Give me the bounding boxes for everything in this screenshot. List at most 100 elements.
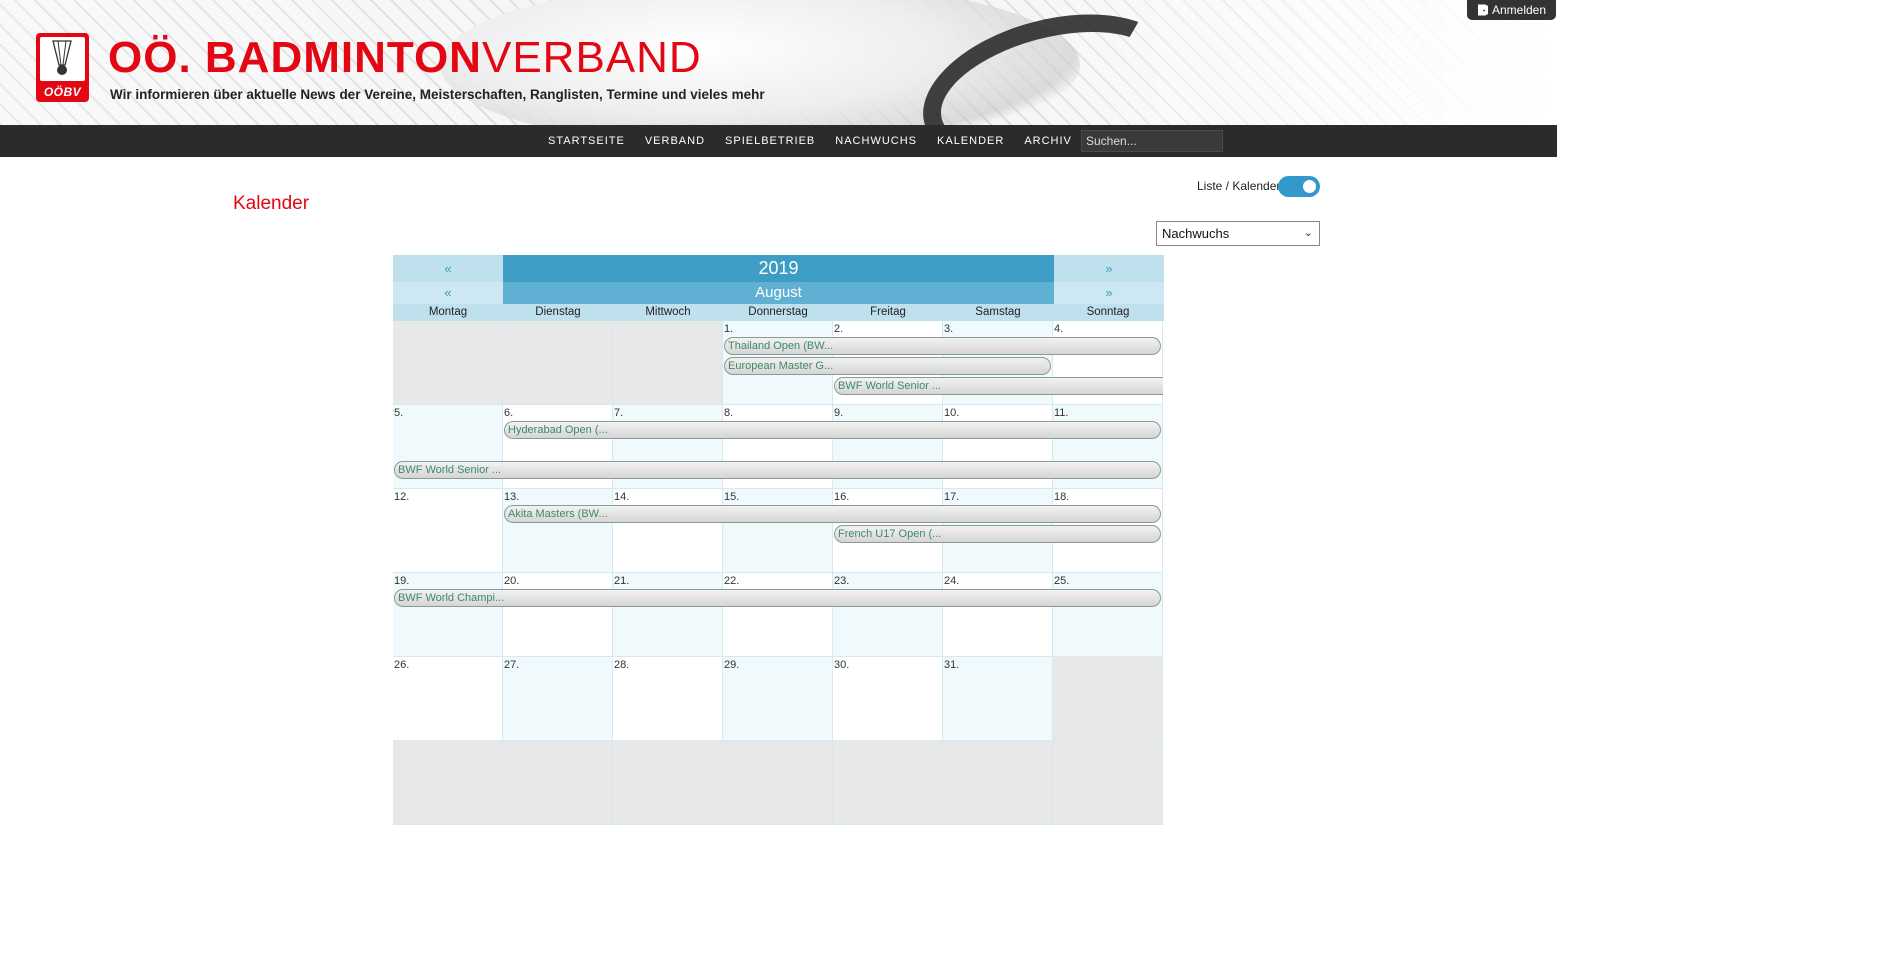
nav-item-startseite[interactable]: STARTSEITE [538,135,635,147]
day-cell[interactable]: 23. [833,573,943,657]
empty-day-cell [393,321,503,405]
weekday-4: Freitag [870,306,906,318]
day-cell[interactable]: 29. [723,657,833,741]
year-navigation: « 2019 » [393,255,1164,282]
logo-text: OÖBV [43,85,82,99]
day-cell[interactable]: 20. [503,573,613,657]
day-cell[interactable]: 30. [833,657,943,741]
view-toggle-switch[interactable] [1278,176,1320,197]
day-number: 9. [834,407,844,419]
calendar-event[interactable]: European Master G... [724,357,1051,375]
empty-day-cell [833,741,943,825]
site-title[interactable]: OÖ. BADMINTONVERBAND [108,34,702,82]
page-title: Kalender [233,193,310,214]
day-cell[interactable]: 28. [613,657,723,741]
day-number: 31. [944,659,960,671]
category-filter-select[interactable]: Nachwuchs ⌄ [1156,221,1320,246]
day-number: 24. [944,575,960,587]
toggle-knob [1303,180,1316,193]
next-month-button[interactable]: » [1054,282,1164,304]
day-cell[interactable]: 15. [723,489,833,573]
day-number: 29. [724,659,740,671]
shuttlecock-icon [52,40,72,75]
view-toggle-label: Liste / Kalender [1197,179,1281,193]
day-number: 26. [394,659,410,671]
month-navigation: « August » [393,282,1164,304]
nav-item-archiv[interactable]: ARCHIV [1014,135,1082,147]
day-number: 4. [1054,323,1064,335]
day-number: 7. [614,407,624,419]
day-number: 21. [614,575,630,587]
day-number: 14. [614,491,630,503]
day-cell[interactable]: 26. [393,657,503,741]
day-number: 25. [1054,575,1070,587]
empty-day-cell [503,741,613,825]
nav-item-kalender[interactable]: KALENDER [927,135,1014,147]
empty-day-cell [943,741,1053,825]
calendar-event[interactable]: Thailand Open (BW... [724,337,1161,355]
day-number: 20. [504,575,520,587]
calendar-event[interactable]: BWF World Senior ... [834,377,1163,395]
door-icon [1477,4,1488,16]
day-cell[interactable]: 12. [393,489,503,573]
day-number: 22. [724,575,740,587]
empty-day-cell [393,741,503,825]
day-number: 1. [724,323,734,335]
calendar-event[interactable]: Hyderabad Open (... [504,421,1161,439]
weekday-1: Dienstag [535,306,581,318]
login-label: Anmelden [1491,3,1547,17]
day-cell[interactable]: 25. [1053,573,1163,657]
day-number: 3. [944,323,954,335]
calendar-event[interactable]: French U17 Open (... [834,525,1161,543]
day-cell[interactable]: 21. [613,573,723,657]
day-number: 8. [724,407,734,419]
day-cell[interactable]: 22. [723,573,833,657]
oobv-logo[interactable]: OÖBV [36,33,89,102]
next-year-button[interactable]: » [1054,255,1164,282]
main-nav: STARTSEITE VERBAND SPIELBETRIEB NACHWUCH… [0,125,1557,157]
month-label: August [503,282,1054,304]
year-label: 2019 [503,255,1054,282]
day-cell[interactable]: 24. [943,573,1053,657]
day-number: 5. [394,407,404,419]
weekday-header: Montag Dienstag Mittwoch Donnerstag Freitag S… [393,304,1164,321]
empty-day-cell [723,741,833,825]
day-number: 10. [944,407,960,419]
day-number: 23. [834,575,850,587]
login-button[interactable]: Anmelden [1467,0,1556,20]
day-number: 19. [394,575,410,587]
day-number: 2. [834,323,844,335]
weekday-5: Samstag [975,306,1021,318]
day-number: 6. [504,407,514,419]
nav-item-verband[interactable]: VERBAND [635,135,715,147]
prev-year-button[interactable]: « [393,255,503,282]
weekday-3: Donnerstag [748,306,808,318]
calendar-event[interactable]: BWF World Champi... [394,589,1161,607]
site-title-bold: OÖ. BADMINTON [108,33,482,82]
site-title-light: VERBAND [481,33,702,82]
day-cell[interactable]: 14. [613,489,723,573]
chevron-down-icon: ⌄ [1303,227,1313,239]
weekday-0: Montag [428,306,468,318]
search-input[interactable] [1081,130,1223,152]
calendar-event[interactable]: BWF World Senior ... [394,461,1161,479]
day-number: 15. [724,491,740,503]
day-cell[interactable]: 31. [943,657,1053,741]
day-number: 11. [1054,407,1069,419]
day-number: 18. [1054,491,1070,503]
empty-day-cell [1053,741,1163,825]
nav-item-spielbetrieb[interactable]: SPIELBETRIEB [715,135,825,147]
calendar-event[interactable]: Akita Masters (BW... [504,505,1161,523]
day-cell[interactable]: 27. [503,657,613,741]
empty-day-cell [613,741,723,825]
day-cell[interactable]: 13. [503,489,613,573]
empty-day-cell [1053,657,1163,741]
day-number: 13. [504,491,520,503]
prev-month-button[interactable]: « [393,282,503,304]
site-subtitle: Wir informieren über aktuelle News der V… [110,87,765,102]
nav-item-nachwuchs[interactable]: NACHWUCHS [825,135,927,147]
day-number: 30. [834,659,850,671]
weekday-6: Sonntag [1086,306,1130,318]
day-cell[interactable]: 19. [393,573,503,657]
empty-day-cell [503,321,613,405]
